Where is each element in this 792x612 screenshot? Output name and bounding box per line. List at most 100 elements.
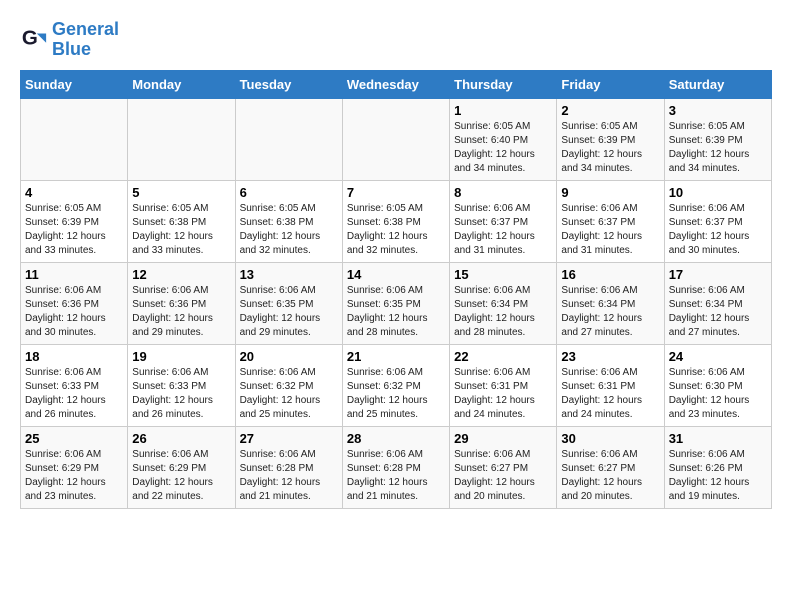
day-info: Sunrise: 6:06 AM Sunset: 6:26 PM Dayligh… [669,448,767,504]
day-info: Sunrise: 6:06 AM Sunset: 6:37 PM Dayligh… [669,202,767,258]
calendar-cell: 2 Sunrise: 6:05 AM Sunset: 6:39 PM Daylig… [557,98,664,180]
day-info: Sunrise: 6:06 AM Sunset: 6:31 PM Dayligh… [561,366,659,422]
day-info: Sunrise: 6:06 AM Sunset: 6:37 PM Dayligh… [561,202,659,258]
day-info: Sunrise: 6:06 AM Sunset: 6:34 PM Dayligh… [669,284,767,340]
day-header-monday: Monday [128,70,235,98]
day-number: 30 [561,431,659,446]
day-number: 2 [561,103,659,118]
day-number: 20 [240,349,338,364]
calendar-cell: 8Sunrise: 6:06 AM Sunset: 6:37 PM Daylig… [450,180,557,262]
day-number: 26 [132,431,230,446]
day-number: 19 [132,349,230,364]
calendar-cell [21,98,128,180]
calendar-cell: 22 Sunrise: 6:06 AM Sunset: 6:31 PM Dayli… [450,344,557,426]
calendar-table: SundayMondayTuesdayWednesdayThursdayFrid… [20,70,772,509]
calendar-cell: 20 Sunrise: 6:06 AM Sunset: 6:32 PM Dayli… [235,344,342,426]
day-header-wednesday: Wednesday [342,70,449,98]
calendar-cell: 29 Sunrise: 6:06 AM Sunset: 6:27 PM Dayli… [450,426,557,508]
day-number: 14 [347,267,445,282]
day-number: 15 [454,267,552,282]
day-info: Sunrise: 6:06 AM Sunset: 6:36 PM Dayligh… [132,284,230,340]
calendar-cell: 16 Sunrise: 6:06 AM Sunset: 6:34 PM Dayli… [557,262,664,344]
day-number: 31 [669,431,767,446]
day-number: 22 [454,349,552,364]
day-number: 27 [240,431,338,446]
day-info: Sunrise: 6:05 AM Sunset: 6:39 PM Dayligh… [669,120,767,176]
logo: G General Blue [20,20,119,60]
calendar-cell: 12 Sunrise: 6:06 AM Sunset: 6:36 PM Dayli… [128,262,235,344]
day-number: 21 [347,349,445,364]
day-header-saturday: Saturday [664,70,771,98]
calendar-cell: 3 Sunrise: 6:05 AM Sunset: 6:39 PM Daylig… [664,98,771,180]
day-info: Sunrise: 6:06 AM Sunset: 6:30 PM Dayligh… [669,366,767,422]
logo-icon: G [20,26,48,54]
calendar-cell: 17 Sunrise: 6:06 AM Sunset: 6:34 PM Dayli… [664,262,771,344]
day-number: 3 [669,103,767,118]
calendar-cell [342,98,449,180]
calendar-cell: 27 Sunrise: 6:06 AM Sunset: 6:28 PM Dayli… [235,426,342,508]
day-info: Sunrise: 6:06 AM Sunset: 6:29 PM Dayligh… [132,448,230,504]
day-number: 5 [132,185,230,200]
day-info: Sunrise: 6:05 AM Sunset: 6:40 PM Dayligh… [454,120,552,176]
calendar-cell: 5 Sunrise: 6:05 AM Sunset: 6:38 PM Daylig… [128,180,235,262]
day-number: 10 [669,185,767,200]
calendar-cell: 9 Sunrise: 6:06 AM Sunset: 6:37 PM Daylig… [557,180,664,262]
day-info: Sunrise: 6:06 AM Sunset: 6:36 PM Dayligh… [25,284,123,340]
day-number: 1 [454,103,552,118]
calendar-cell: 28 Sunrise: 6:06 AM Sunset: 6:28 PM Dayli… [342,426,449,508]
page-header: G General Blue [20,20,772,60]
calendar-cell: 19 Sunrise: 6:06 AM Sunset: 6:33 PM Dayli… [128,344,235,426]
day-number: 11 [25,267,123,282]
calendar-cell: 21Sunrise: 6:06 AM Sunset: 6:32 PM Dayli… [342,344,449,426]
calendar-cell [235,98,342,180]
day-info: Sunrise: 6:06 AM Sunset: 6:28 PM Dayligh… [240,448,338,504]
day-info: Sunrise: 6:06 AM Sunset: 6:34 PM Dayligh… [454,284,552,340]
day-number: 17 [669,267,767,282]
day-number: 16 [561,267,659,282]
day-number: 25 [25,431,123,446]
day-info: Sunrise: 6:05 AM Sunset: 6:38 PM Dayligh… [240,202,338,258]
day-info: Sunrise: 6:05 AM Sunset: 6:39 PM Dayligh… [561,120,659,176]
day-info: Sunrise: 6:06 AM Sunset: 6:33 PM Dayligh… [132,366,230,422]
day-info: Sunrise: 6:05 AM Sunset: 6:38 PM Dayligh… [347,202,445,258]
day-info: Sunrise: 6:05 AM Sunset: 6:39 PM Dayligh… [25,202,123,258]
day-info: Sunrise: 6:06 AM Sunset: 6:27 PM Dayligh… [561,448,659,504]
day-info: Sunrise: 6:06 AM Sunset: 6:35 PM Dayligh… [240,284,338,340]
day-number: 9 [561,185,659,200]
day-info: Sunrise: 6:05 AM Sunset: 6:38 PM Dayligh… [132,202,230,258]
svg-text:G: G [22,26,38,49]
calendar-cell: 11 Sunrise: 6:06 AM Sunset: 6:36 PM Dayli… [21,262,128,344]
day-header-sunday: Sunday [21,70,128,98]
day-number: 28 [347,431,445,446]
day-info: Sunrise: 6:06 AM Sunset: 6:33 PM Dayligh… [25,366,123,422]
logo-text: General Blue [52,20,119,60]
day-info: Sunrise: 6:06 AM Sunset: 6:34 PM Dayligh… [561,284,659,340]
calendar-cell: 10 Sunrise: 6:06 AM Sunset: 6:37 PM Dayli… [664,180,771,262]
day-info: Sunrise: 6:06 AM Sunset: 6:35 PM Dayligh… [347,284,445,340]
day-info: Sunrise: 6:06 AM Sunset: 6:27 PM Dayligh… [454,448,552,504]
calendar-cell: 7 Sunrise: 6:05 AM Sunset: 6:38 PM Daylig… [342,180,449,262]
calendar-cell: 1 Sunrise: 6:05 AM Sunset: 6:40 PM Daylig… [450,98,557,180]
day-number: 18 [25,349,123,364]
day-info: Sunrise: 6:06 AM Sunset: 6:29 PM Dayligh… [25,448,123,504]
calendar-cell: 13Sunrise: 6:06 AM Sunset: 6:35 PM Dayli… [235,262,342,344]
calendar-cell: 30 Sunrise: 6:06 AM Sunset: 6:27 PM Dayli… [557,426,664,508]
day-info: Sunrise: 6:06 AM Sunset: 6:31 PM Dayligh… [454,366,552,422]
calendar-cell: 25 Sunrise: 6:06 AM Sunset: 6:29 PM Dayli… [21,426,128,508]
calendar-cell: 14 Sunrise: 6:06 AM Sunset: 6:35 PM Dayli… [342,262,449,344]
calendar-cell: 18 Sunrise: 6:06 AM Sunset: 6:33 PM Dayli… [21,344,128,426]
calendar-cell [128,98,235,180]
calendar-cell: 23Sunrise: 6:06 AM Sunset: 6:31 PM Dayli… [557,344,664,426]
day-number: 8 [454,185,552,200]
day-header-thursday: Thursday [450,70,557,98]
day-info: Sunrise: 6:06 AM Sunset: 6:28 PM Dayligh… [347,448,445,504]
day-info: Sunrise: 6:06 AM Sunset: 6:32 PM Dayligh… [240,366,338,422]
calendar-cell: 6Sunrise: 6:05 AM Sunset: 6:38 PM Daylig… [235,180,342,262]
day-number: 7 [347,185,445,200]
calendar-cell: 4Sunrise: 6:05 AM Sunset: 6:39 PM Daylig… [21,180,128,262]
day-number: 29 [454,431,552,446]
day-number: 24 [669,349,767,364]
calendar-cell: 26 Sunrise: 6:06 AM Sunset: 6:29 PM Dayli… [128,426,235,508]
day-number: 12 [132,267,230,282]
day-header-friday: Friday [557,70,664,98]
